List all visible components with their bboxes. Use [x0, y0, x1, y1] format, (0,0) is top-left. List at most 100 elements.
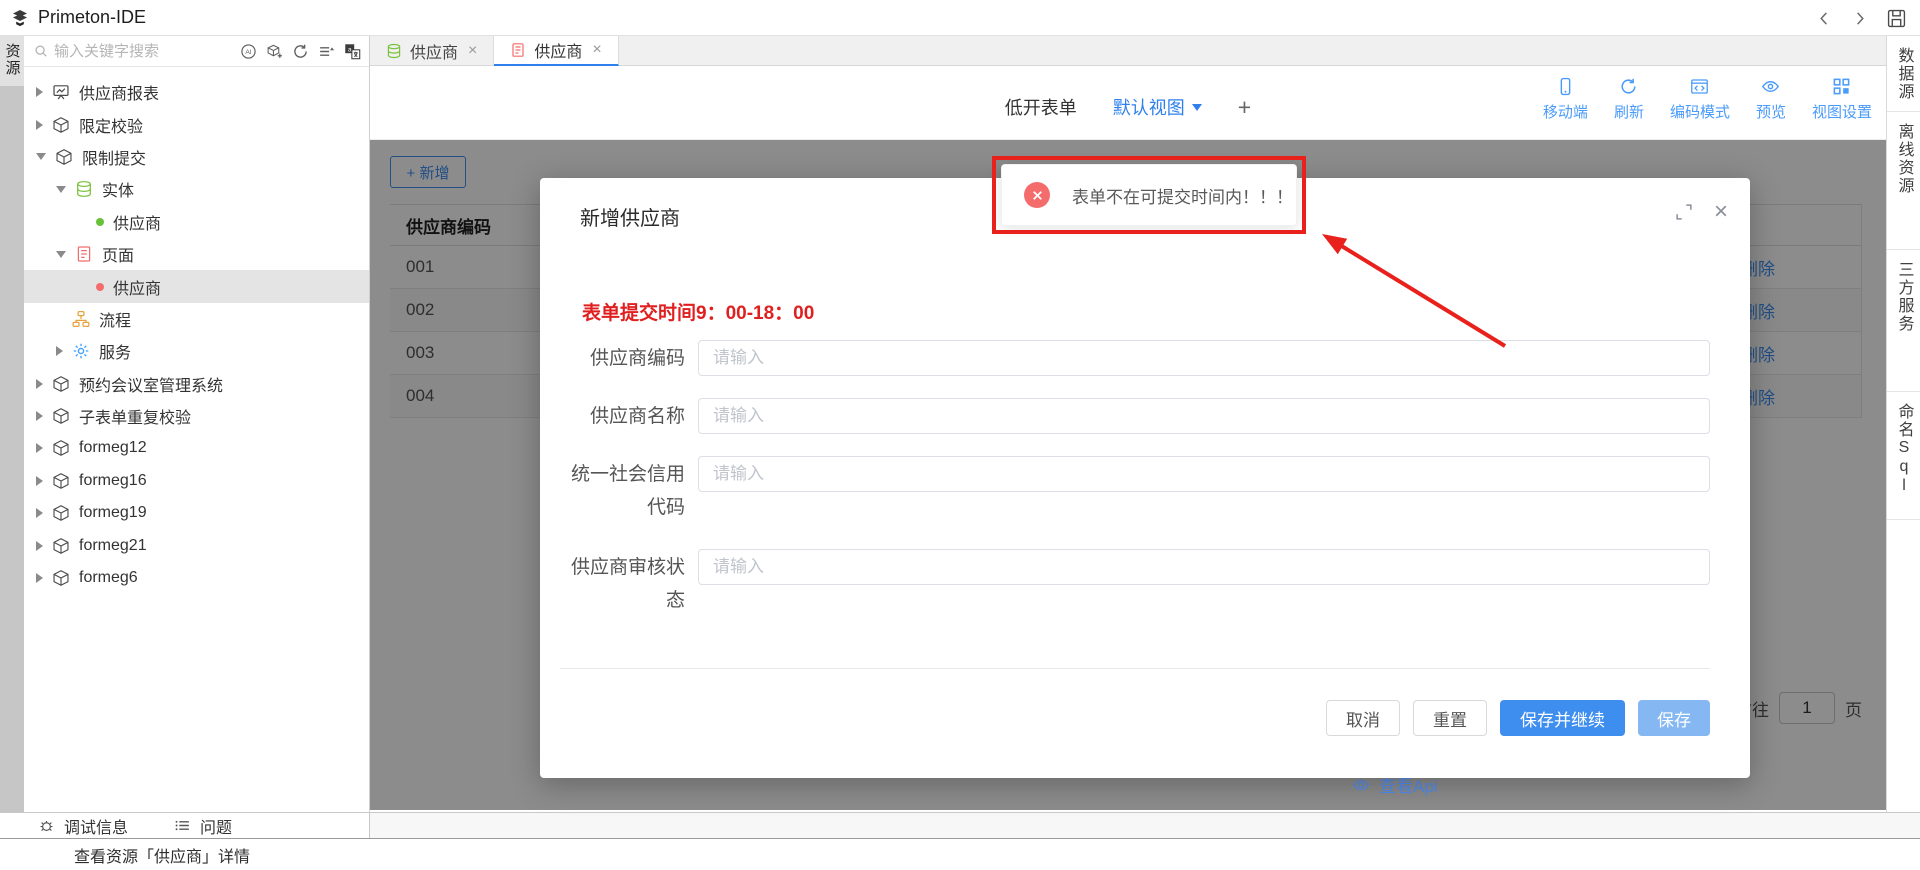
credit-code-input[interactable]: [698, 456, 1710, 492]
supplier-name-input[interactable]: [698, 398, 1710, 434]
chevron-right-icon[interactable]: [36, 508, 43, 518]
editor-tabbar: 供应商 × 供应商 ×: [370, 36, 1886, 66]
grid-icon: [1832, 77, 1851, 96]
save-and-continue-button[interactable]: 保存并继续: [1500, 700, 1625, 736]
tree-item-label: 预约会议室管理系统: [79, 372, 223, 396]
chevron-down-icon[interactable]: [36, 153, 46, 160]
tree-item-label: formeg21: [79, 537, 147, 555]
tree-item-formeg6[interactable]: formeg6: [24, 562, 369, 594]
tab-label: 供应商: [410, 39, 458, 63]
tab-default-view[interactable]: 默认视图: [1113, 94, 1202, 120]
add-view-button[interactable]: +: [1238, 97, 1251, 117]
field-row-supplier-code: 供应商编码: [560, 340, 1710, 376]
mobile-icon: [1556, 77, 1575, 96]
close-icon[interactable]: ×: [592, 41, 601, 59]
dialog-title: 新增供应商: [580, 202, 680, 231]
svg-text:a: a: [348, 46, 352, 53]
tree-item-limit-check[interactable]: 限定校验: [24, 108, 369, 140]
forward-icon[interactable]: [1852, 11, 1867, 26]
status-bar: 查看资源「供应商」详情: [0, 838, 1920, 870]
database-icon: [386, 43, 402, 59]
rail-tab-datasource[interactable]: 数据源: [1887, 36, 1920, 112]
translate-icon[interactable]: a: [344, 43, 361, 60]
tree-item-formeg19[interactable]: formeg19: [24, 497, 369, 529]
rail-tab-resources[interactable]: 资源: [0, 36, 24, 86]
tree-item-page-supplier-selected[interactable]: 供应商: [24, 270, 369, 302]
tree-item-page[interactable]: 页面: [24, 238, 369, 270]
chevron-down-icon[interactable]: [56, 251, 66, 258]
chevron-right-icon[interactable]: [36, 120, 43, 130]
supplier-code-input[interactable]: [698, 340, 1710, 376]
chevron-right-icon[interactable]: [56, 346, 63, 356]
chevron-right-icon[interactable]: [36, 541, 43, 551]
ide-window: Primeton-IDE 资源 AI: [0, 0, 1920, 870]
save-icon[interactable]: [1887, 9, 1906, 28]
tree-item-label: formeg12: [79, 439, 147, 457]
right-tool-rail: 数据源 离线资源 三方服务 命名Sql: [1886, 36, 1920, 812]
audit-status-input[interactable]: [698, 549, 1710, 585]
error-toast-message: 表单不在可提交时间内！！！: [1072, 183, 1293, 208]
back-icon[interactable]: [1817, 11, 1832, 26]
entity-dot-icon: [96, 218, 104, 226]
package-icon: [52, 472, 70, 490]
new-model-icon[interactable]: [266, 43, 283, 60]
chevron-right-icon[interactable]: [36, 87, 43, 97]
cancel-button[interactable]: 取消: [1326, 700, 1400, 736]
rail-tab-label: 命名Sql: [1892, 403, 1916, 496]
chevron-down-icon[interactable]: [56, 186, 66, 193]
fullscreen-icon[interactable]: [1676, 204, 1692, 220]
tree-item-subform-check[interactable]: 子表单重复校验: [24, 400, 369, 432]
add-supplier-dialog: 新增供应商 × 表单提交时间9：00-18：00 供应商编码 供应商名称 统一社…: [540, 178, 1750, 778]
chevron-right-icon[interactable]: [36, 443, 43, 453]
tree-item-formeg21[interactable]: formeg21: [24, 529, 369, 561]
preview-button[interactable]: 预览: [1756, 77, 1786, 122]
tab-supplier-page[interactable]: 供应商 ×: [494, 36, 618, 66]
problems-tab[interactable]: 问题: [174, 814, 232, 838]
field-label: 供应商名称: [560, 398, 685, 433]
reset-button[interactable]: 重置: [1413, 700, 1487, 736]
tree-item-entity-supplier[interactable]: 供应商: [24, 206, 369, 238]
tab-lowcode-form[interactable]: 低开表单: [1005, 94, 1077, 120]
tab-supplier-entity[interactable]: 供应商 ×: [370, 36, 494, 66]
package-icon: [52, 537, 70, 555]
close-icon[interactable]: ×: [468, 42, 477, 60]
tree-item-limit-submit[interactable]: 限制提交: [24, 141, 369, 173]
tree-item-meeting-room-system[interactable]: 预约会议室管理系统: [24, 368, 369, 400]
gear-icon: [72, 342, 90, 360]
view-settings-button[interactable]: 视图设置: [1812, 77, 1872, 122]
chevron-right-icon[interactable]: [36, 379, 43, 389]
refresh-icon[interactable]: [292, 43, 309, 60]
chevron-right-icon[interactable]: [36, 476, 43, 486]
tree-item-service[interactable]: 服务: [24, 335, 369, 367]
debug-info-tab[interactable]: 调试信息: [38, 814, 128, 838]
rail-tab-offline-resources[interactable]: 离线资源: [1887, 112, 1920, 250]
tree-item-label: 供应商报表: [79, 80, 159, 104]
tree-item-formeg12[interactable]: formeg12: [24, 432, 369, 464]
refresh-view-button[interactable]: 刷新: [1614, 77, 1644, 122]
rail-tab-thirdparty-services[interactable]: 三方服务: [1887, 250, 1920, 392]
search-input[interactable]: [54, 43, 234, 60]
ai-icon[interactable]: AI: [240, 43, 257, 60]
tree-item-formeg16[interactable]: formeg16: [24, 465, 369, 497]
database-icon: [75, 180, 93, 198]
tree-item-entity[interactable]: 实体: [24, 173, 369, 205]
close-icon[interactable]: ×: [1714, 202, 1728, 222]
save-button[interactable]: 保存: [1638, 700, 1710, 736]
caret-down-icon[interactable]: [1192, 104, 1202, 116]
tree-item-label: 限制提交: [82, 145, 146, 169]
action-label: 视图设置: [1812, 101, 1872, 122]
mobile-view-button[interactable]: 移动端: [1543, 77, 1588, 122]
package-icon: [52, 407, 70, 425]
dialog-footer-divider: [560, 668, 1710, 669]
code-window-icon: [1690, 77, 1709, 96]
field-label: 供应商审核状态: [560, 549, 685, 617]
page-icon: [510, 42, 526, 58]
chevron-right-icon[interactable]: [36, 573, 43, 583]
code-mode-button[interactable]: 编码模式: [1670, 77, 1730, 122]
flow-icon: [72, 310, 90, 328]
tree-item-flow[interactable]: 流程: [24, 303, 369, 335]
tree-item-supplier-report[interactable]: 供应商报表: [24, 76, 369, 108]
collapse-list-icon[interactable]: [318, 43, 335, 60]
chevron-right-icon[interactable]: [36, 411, 43, 421]
rail-tab-named-sql[interactable]: 命名Sql: [1887, 392, 1920, 520]
